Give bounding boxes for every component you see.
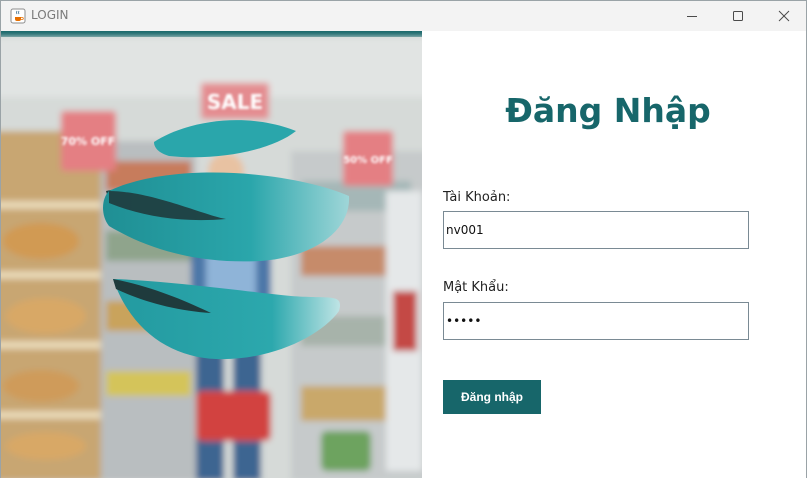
sign-text-50-off: 50% OFF bbox=[343, 155, 393, 166]
username-field[interactable] bbox=[443, 211, 749, 249]
store-background-image: SALE 70% OFF 50% OFF bbox=[1, 31, 422, 478]
username-label: Tài Khoản: bbox=[443, 190, 511, 205]
sign-text-sale: SALE bbox=[207, 90, 263, 114]
title-bar[interactable]: LOGIN bbox=[1, 1, 806, 31]
store-illustration: SALE 70% OFF 50% OFF bbox=[1, 31, 422, 478]
login-window: LOGIN SALE 70% OFF 50% OFF Đăng Nhập Tài… bbox=[0, 0, 807, 478]
close-icon bbox=[778, 10, 790, 22]
java-cup-icon bbox=[10, 8, 26, 24]
password-field[interactable] bbox=[443, 302, 749, 340]
sign-text-70-off: 70% OFF bbox=[61, 135, 116, 148]
page-title: Đăng Nhập bbox=[505, 91, 711, 130]
minimize-button[interactable] bbox=[669, 1, 715, 31]
login-form: Đăng Nhập Tài Khoản: Mật Khẩu: Đăng nhập bbox=[422, 31, 806, 478]
minimize-icon bbox=[687, 16, 697, 17]
login-button[interactable]: Đăng nhập bbox=[443, 380, 541, 414]
maximize-icon bbox=[733, 11, 743, 21]
maximize-button[interactable] bbox=[715, 1, 761, 31]
close-button[interactable] bbox=[761, 1, 807, 31]
password-label: Mật Khẩu: bbox=[443, 280, 509, 295]
window-title: LOGIN bbox=[31, 8, 69, 22]
